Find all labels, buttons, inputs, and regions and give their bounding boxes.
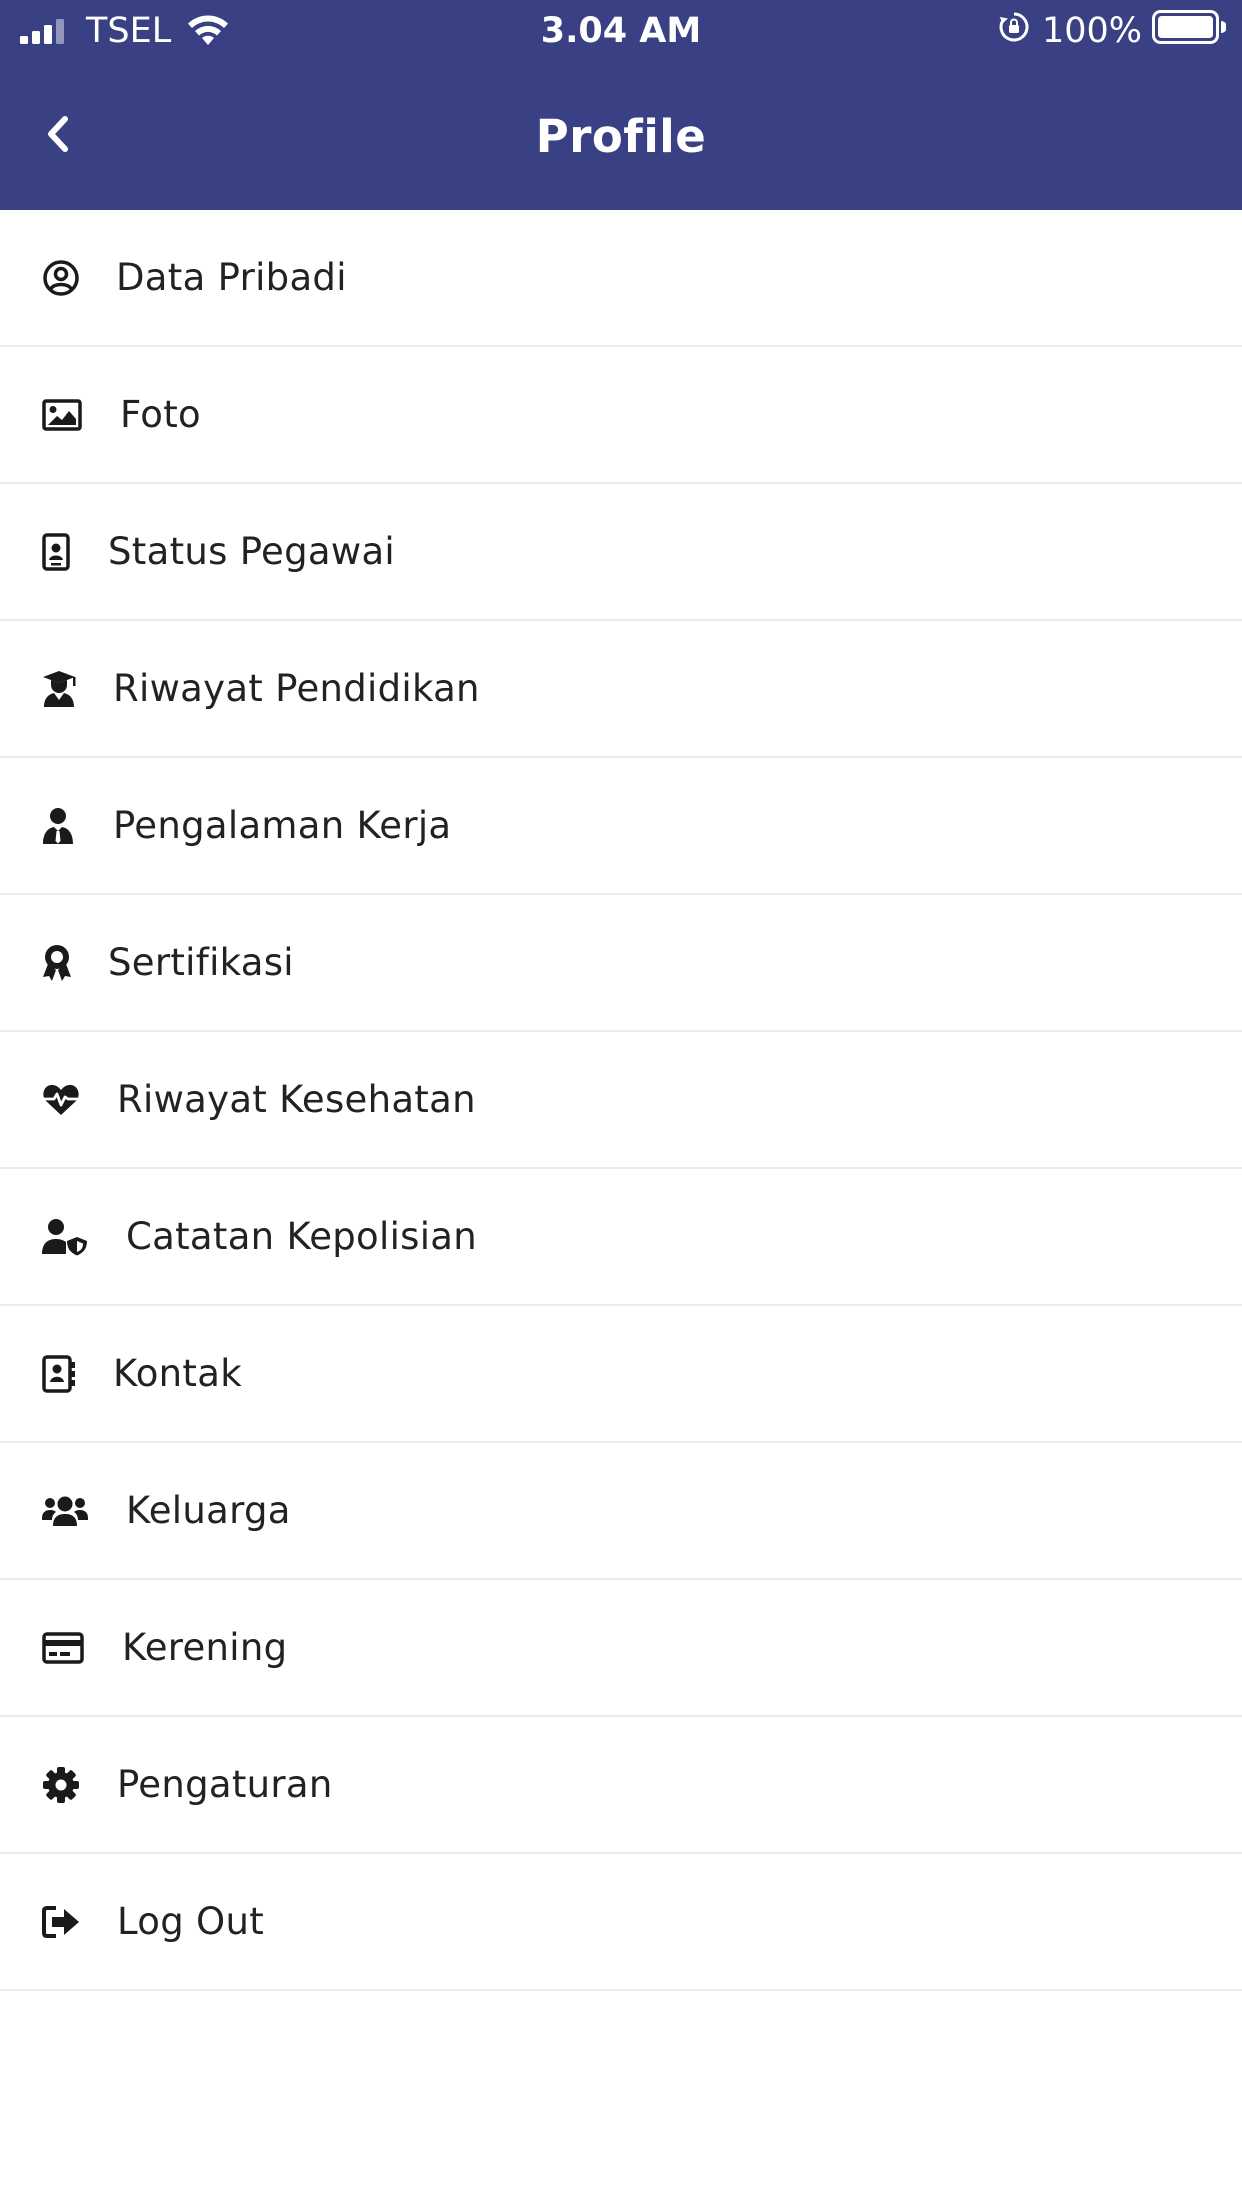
- profile-menu: Data Pribadi Foto Status Pegawai Riwayat…: [0, 210, 1242, 1991]
- battery-icon: [1152, 9, 1227, 53]
- id-badge-icon: [42, 484, 92, 619]
- heartbeat-icon: [42, 1032, 92, 1167]
- menu-item-label: Log Out: [117, 1900, 265, 1943]
- user-tie-icon: [42, 758, 92, 893]
- menu-item-label: Kontak: [113, 1352, 242, 1395]
- menu-item-log-out[interactable]: Log Out: [0, 1854, 1242, 1991]
- sign-out-icon: [42, 1854, 92, 1989]
- menu-item-data-pribadi[interactable]: Data Pribadi: [0, 210, 1242, 347]
- menu-item-sertifikasi[interactable]: Sertifikasi: [0, 895, 1242, 1032]
- user-shield-icon: [42, 1169, 92, 1304]
- orientation-lock-icon: [998, 11, 1030, 52]
- menu-item-label: Keluarga: [126, 1489, 291, 1532]
- menu-item-status-pegawai[interactable]: Status Pegawai: [0, 484, 1242, 621]
- menu-item-pengalaman-kerja[interactable]: Pengalaman Kerja: [0, 758, 1242, 895]
- menu-item-label: Foto: [120, 393, 201, 436]
- menu-item-label: Pengalaman Kerja: [113, 804, 452, 847]
- menu-item-riwayat-kesehatan[interactable]: Riwayat Kesehatan: [0, 1032, 1242, 1169]
- battery-percent: 100%: [1041, 11, 1142, 51]
- status-bar: TSEL 3.04 AM 100%: [0, 0, 1242, 62]
- users-icon: [42, 1443, 92, 1578]
- app-header: TSEL 3.04 AM 100% Profile: [0, 0, 1242, 210]
- user-circle-icon: [42, 210, 92, 345]
- menu-item-kerening[interactable]: Kerening: [0, 1580, 1242, 1717]
- menu-item-foto[interactable]: Foto: [0, 347, 1242, 484]
- menu-item-label: Pengaturan: [117, 1763, 333, 1806]
- menu-item-label: Riwayat Kesehatan: [117, 1078, 476, 1121]
- nav-bar: Profile: [0, 62, 1242, 210]
- menu-item-pengaturan[interactable]: Pengaturan: [0, 1717, 1242, 1854]
- menu-item-label: Sertifikasi: [108, 941, 294, 984]
- cog-icon: [42, 1717, 92, 1852]
- menu-item-riwayat-pendidikan[interactable]: Riwayat Pendidikan: [0, 621, 1242, 758]
- page-title: Profile: [535, 109, 707, 163]
- menu-item-catatan-kepolisian[interactable]: Catatan Kepolisian: [0, 1169, 1242, 1306]
- status-right: 100%: [998, 0, 1227, 62]
- menu-item-label: Catatan Kepolisian: [126, 1215, 478, 1258]
- image-icon: [42, 347, 92, 482]
- menu-item-label: Data Pribadi: [116, 256, 347, 299]
- menu-item-keluarga[interactable]: Keluarga: [0, 1443, 1242, 1580]
- credit-card-icon: [42, 1580, 92, 1715]
- menu-item-label: Riwayat Pendidikan: [113, 667, 480, 710]
- menu-item-label: Status Pegawai: [108, 530, 395, 573]
- address-book-icon: [42, 1306, 92, 1441]
- award-icon: [42, 895, 92, 1030]
- menu-item-label: Kerening: [122, 1626, 288, 1669]
- menu-item-kontak[interactable]: Kontak: [0, 1306, 1242, 1443]
- graduate-icon: [42, 621, 92, 756]
